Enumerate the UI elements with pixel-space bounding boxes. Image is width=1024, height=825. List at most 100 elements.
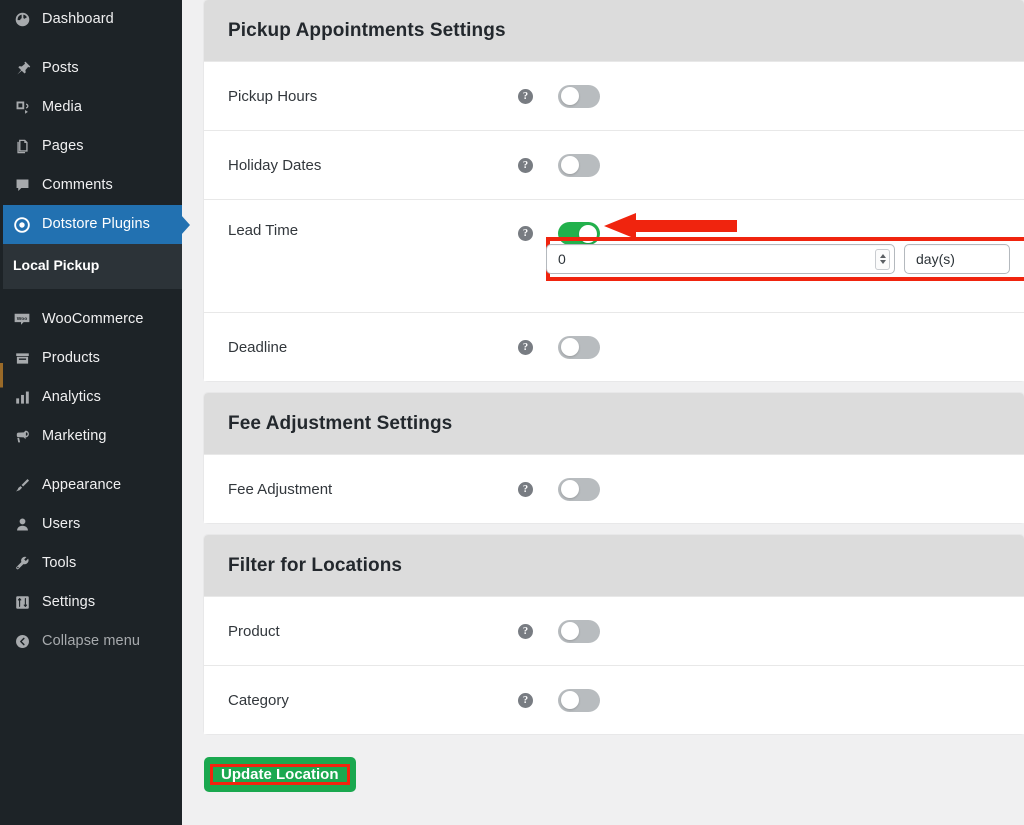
sidebar-item-label: Pages [42,138,84,155]
toggle-knob [561,691,579,709]
lead-time-unit-value: day(s) [916,251,955,267]
paintbrush-icon [11,475,33,497]
analytics-bars-icon [11,387,33,409]
sidebar-item-users[interactable]: Users [0,505,182,544]
lead-time-number-input[interactable]: 0 [546,244,895,274]
help-icon[interactable]: ? [518,692,533,708]
sidebar-item-marketing[interactable]: Marketing [0,417,182,456]
window-edge-stripe [0,0,3,825]
toggle-deadline[interactable] [558,335,600,359]
settings-stack: Pickup Appointments Settings Pickup Hour… [204,0,1024,792]
sidebar-item-tools[interactable]: Tools [0,544,182,583]
toggle-knob [579,224,597,243]
products-box-icon [11,348,33,370]
sidebar-item-dashboard[interactable]: Dashboard [0,0,182,39]
sidebar-item-appearance[interactable]: Appearance [0,466,182,505]
sidebar-item-label: Dotstore Plugins [42,216,150,233]
sidebar-item-label: Media [42,99,82,116]
form-actions: Update Location [204,757,1024,792]
toggle-product[interactable] [558,619,600,643]
sidebar-item-products[interactable]: Products [0,339,182,378]
setting-row-category: Category ? [204,665,1024,734]
toggle-knob [561,480,579,498]
section-card-filter-for-locations: Filter for Locations Product ? Category … [204,535,1024,734]
lead-time-unit-field[interactable]: day(s) [904,244,1010,274]
section-title-fee-adjustment: Fee Adjustment Settings [204,393,1024,454]
sidebar-item-label: Analytics [42,389,101,406]
help-icon[interactable]: ? [518,623,533,639]
stepper-down-icon[interactable] [879,260,886,264]
sidebar-item-label: Marketing [42,428,107,445]
sidebar-item-posts[interactable]: Posts [0,49,182,88]
toggle-knob [561,87,579,105]
sidebar-item-label: Appearance [42,477,122,494]
sidebar-item-label: Posts [42,60,79,77]
sidebar-item-label: Products [42,350,101,367]
svg-text:Woo: Woo [17,316,28,322]
user-icon [11,514,33,536]
annotation-arrow-icon [604,213,737,239]
help-icon[interactable]: ? [518,157,533,173]
sidebar-item-label: Collapse menu [42,633,141,650]
number-stepper[interactable] [875,248,890,270]
section-title-pickup-appointments: Pickup Appointments Settings [204,0,1024,61]
toggle-knob [561,338,579,356]
update-location-button[interactable]: Update Location [204,757,356,792]
sidebar-item-comments[interactable]: Comments [0,166,182,205]
pin-icon [11,58,33,80]
sidebar-item-media[interactable]: Media [0,88,182,127]
setting-label-deadline: Deadline [228,338,288,356]
sidebar-item-label: Dashboard [42,11,114,28]
toggle-knob [561,622,579,640]
sidebar-item-label: Users [42,516,81,533]
section-title-filter-for-locations: Filter for Locations [204,535,1024,596]
setting-row-product: Product ? [204,596,1024,665]
sidebar-item-analytics[interactable]: Analytics [0,378,182,417]
woocommerce-icon: Woo [11,309,33,331]
toggle-knob [561,156,579,174]
dashboard-icon [11,9,33,31]
sidebar-subitem-local-pickup[interactable]: Local Pickup [0,251,182,280]
help-icon[interactable]: ? [518,339,533,355]
sidebar-item-pages[interactable]: Pages [0,127,182,166]
toggle-pickup-hours[interactable] [558,84,600,108]
section-card-fee-adjustment: Fee Adjustment Settings Fee Adjustment ? [204,393,1024,523]
megaphone-icon [11,426,33,448]
sidebar-menu-top: Dashboard Posts Media Pages Comments Dotstore… [0,0,190,300]
lead-time-value: 0 [558,251,566,267]
setting-label-fee-adjustment: Fee Adjustment [228,480,333,498]
help-icon[interactable]: ? [518,88,533,104]
settings-sliders-icon [11,592,33,614]
sidebar-item-collapse-menu[interactable]: Collapse menu [0,622,182,661]
sidebar-submenu-dotstore: Local Pickup [0,244,182,289]
sidebar-item-woocommerce[interactable]: Woo WooCommerce [0,300,182,339]
toggle-lead-time[interactable] [558,222,600,245]
stepper-up-icon[interactable] [879,254,886,258]
toggle-holiday-dates[interactable] [558,153,600,177]
section-card-pickup-appointments: Pickup Appointments Settings Pickup Hour… [204,0,1024,381]
help-icon[interactable]: ? [518,226,533,241]
setting-label-product: Product [228,622,280,640]
sidebar-item-label: Comments [42,177,113,194]
admin-sidebar: Dashboard Posts Media Pages Comments Dotstore… [0,0,190,825]
sidebar-item-label: Settings [42,594,96,611]
setting-row-deadline: Deadline ? [204,312,1024,381]
dotstore-target-icon [11,214,33,236]
sidebar-item-dotstore-plugins[interactable]: Dotstore Plugins [0,205,190,244]
sidebar-item-label: WooCommerce [42,311,144,328]
sidebar-item-settings[interactable]: Settings [0,583,182,622]
pages-icon [11,136,33,158]
setting-row-holiday-dates: Holiday Dates ? [204,130,1024,199]
main-content-area: Pickup Appointments Settings Pickup Hour… [182,0,1024,825]
toggle-fee-adjustment[interactable] [558,477,600,501]
setting-row-pickup-hours: Pickup Hours ? [204,61,1024,130]
help-icon[interactable]: ? [518,481,533,497]
toggle-category[interactable] [558,688,600,712]
setting-label-category: Category [228,691,289,709]
lead-time-input-group: 0 day(s) [546,244,1010,274]
sidebar-menu-bottom: Woo WooCommerce Products Analytics Marketing… [0,300,182,661]
sidebar-item-label: Tools [42,555,77,572]
wrench-icon [11,553,33,575]
